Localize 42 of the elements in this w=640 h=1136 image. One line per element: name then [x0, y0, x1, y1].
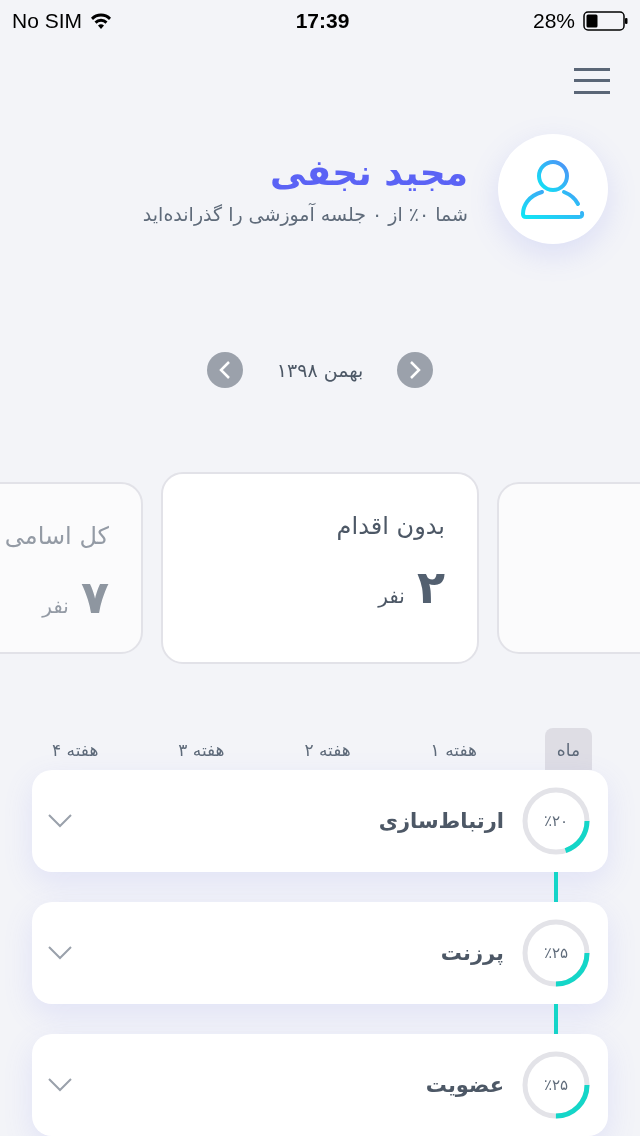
card-count: ۲: [416, 559, 445, 614]
stat-card[interactable]: کل اسامی ۷ نفر: [0, 481, 143, 654]
progress-summary: شما ۰٪ از ۰ جلسه آموزشی را گذرانده‌اید: [142, 203, 468, 226]
period-tab[interactable]: هفته ۲: [292, 728, 363, 770]
skill-title: عضویت: [424, 1073, 504, 1097]
period-tab[interactable]: ماه: [544, 728, 592, 770]
period-tab[interactable]: هفته ۱: [418, 728, 489, 770]
chevron-down-icon[interactable]: [48, 1078, 72, 1092]
percent-text: ٪۲۵: [543, 1076, 569, 1094]
chevron-down-icon[interactable]: [48, 946, 72, 960]
skill-card[interactable]: ٪۲۵ عضویت: [32, 1034, 608, 1136]
battery-icon: [583, 10, 628, 31]
card-title: کل اسامی: [3, 521, 109, 550]
progress-ring: [520, 785, 592, 857]
skill-card[interactable]: ٪۲۰ ارتباط‌سازی: [32, 770, 608, 872]
chevron-down-icon[interactable]: [48, 814, 72, 828]
user-name: مجید نجفی: [268, 152, 468, 194]
period-tab[interactable]: هفته ۳: [166, 728, 237, 770]
next-month-button[interactable]: [397, 351, 434, 388]
carrier-text: No SIM: [12, 8, 82, 33]
card-unit: نفر: [42, 593, 69, 618]
card-title: بدون اقدام: [335, 511, 445, 540]
wifi-icon: [90, 12, 112, 30]
percent-text: ٪۲۵: [543, 944, 569, 962]
progress-ring: [520, 1049, 592, 1121]
user-icon: [520, 157, 586, 220]
stat-card[interactable]: بدون اقدام ۲ نفر: [161, 471, 479, 664]
menu-button[interactable]: [574, 67, 610, 94]
skill-card[interactable]: ٪۲۵ پرزنت: [32, 902, 608, 1004]
previous-month-button[interactable]: [206, 351, 243, 388]
skill-title: ارتباط‌سازی: [377, 809, 504, 833]
month-label: بهمن ۱۳۹۸: [276, 358, 364, 381]
card-unit: نفر: [378, 583, 405, 608]
card-count: ۷: [80, 569, 109, 624]
clock-text: 17:39: [295, 8, 350, 33]
skill-title: پرزنت: [439, 941, 504, 965]
percent-text: ٪۲۰: [543, 812, 569, 830]
progress-ring: [520, 917, 592, 989]
chevron-right-icon: [409, 359, 422, 380]
period-tab[interactable]: هفته ۴: [40, 728, 111, 770]
battery-text: 28%: [532, 8, 575, 33]
chevron-left-icon: [218, 359, 231, 380]
